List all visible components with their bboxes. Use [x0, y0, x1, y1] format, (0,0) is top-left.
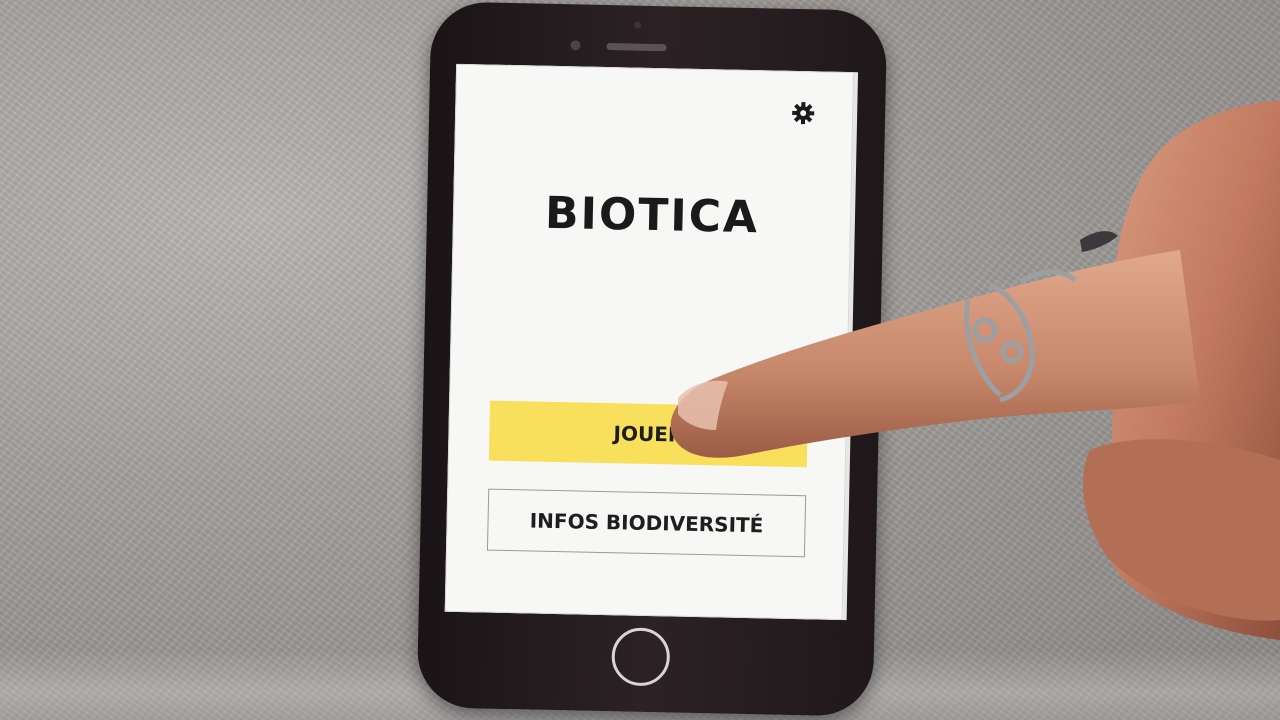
gear-icon[interactable]	[791, 101, 815, 125]
earpiece-speaker	[606, 42, 667, 52]
proximity-sensor	[633, 21, 642, 29]
front-camera	[570, 40, 581, 51]
app-screen: BIOTICA JOUER INFOS BIODIVERSITÉ	[444, 63, 855, 621]
biodiversity-info-button[interactable]: INFOS BIODIVERSITÉ	[486, 488, 807, 558]
home-button[interactable]	[611, 627, 671, 687]
play-button[interactable]: JOUER	[488, 400, 809, 468]
app-title: BIOTICA	[544, 187, 760, 244]
phone-device: BIOTICA JOUER INFOS BIODIVERSITÉ	[416, 1, 888, 717]
